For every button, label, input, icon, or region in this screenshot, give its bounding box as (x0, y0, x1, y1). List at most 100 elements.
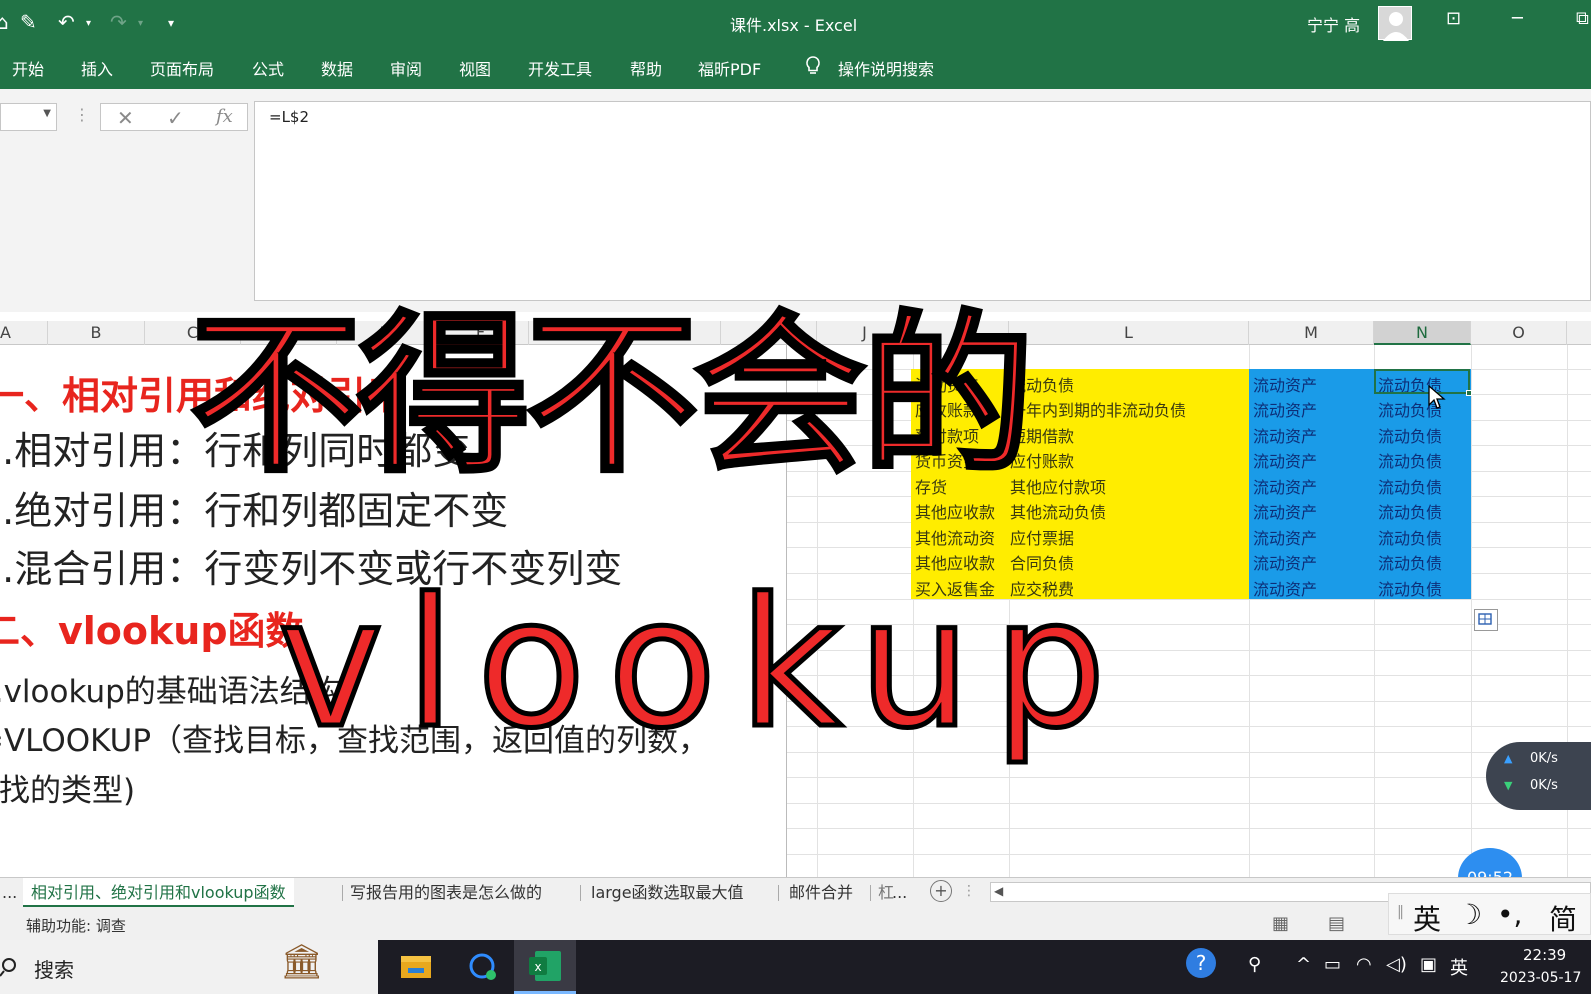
scroll-left-icon[interactable]: ◀ (994, 884, 1003, 898)
wifi-icon[interactable]: ◠ (1356, 954, 1372, 975)
formula-bar-resize-icon[interactable]: ⋮ (74, 105, 90, 124)
sheet-tab-truncated[interactable]: 杠 (874, 878, 894, 907)
accessibility-status[interactable]: 辅助功能: 调查 (26, 915, 126, 936)
name-box[interactable]: ▼ (0, 103, 57, 131)
cell-n8[interactable]: 流动负债 (1378, 525, 1442, 549)
column-header-m[interactable]: M (1249, 321, 1374, 345)
cell-l7[interactable]: 其他流动负债 (1010, 499, 1248, 523)
net-speed-widget[interactable]: ▲ 0K/s ▼ 0K/s (1486, 742, 1591, 810)
sheet-tab-report-charts[interactable]: 写报告用的图表是怎么做的 (342, 878, 550, 907)
undo-dropdown-icon[interactable]: ▾ (86, 18, 91, 29)
tab-view[interactable]: 视图 (459, 56, 491, 80)
window-title: 课件.xlsx - Excel (730, 16, 858, 35)
name-box-dropdown-icon[interactable]: ▼ (43, 108, 51, 119)
column-header-a[interactable]: A (0, 321, 48, 345)
tab-developer[interactable]: 开发工具 (528, 56, 592, 80)
cell-l4[interactable]: 短期借款 (1010, 423, 1248, 447)
cell-m6[interactable]: 流动资产 (1253, 474, 1317, 498)
page-layout-view-icon[interactable]: ▤ (1328, 913, 1345, 934)
tab-data[interactable]: 数据 (321, 56, 353, 80)
user-name[interactable]: 宁宁 高 (1307, 12, 1360, 36)
volume-icon[interactable]: ◁) (1386, 954, 1407, 975)
file-explorer-icon[interactable] (393, 948, 439, 986)
selected-cell-outline (1374, 369, 1470, 394)
formula-input[interactable]: =L$2 (254, 101, 1591, 301)
column-header-b[interactable]: B (48, 321, 145, 345)
sheet-tabs-more-right[interactable]: ... (892, 878, 907, 907)
cell-m4[interactable]: 流动资产 (1253, 423, 1317, 447)
input-language[interactable]: 英 (1450, 954, 1468, 980)
clock-date[interactable]: 2023-05-17 (1500, 970, 1581, 986)
cell-n7[interactable]: 流动负债 (1378, 499, 1442, 523)
excel-taskbar-button[interactable]: x (514, 940, 576, 994)
notification-icon[interactable]: ▣ (1420, 954, 1437, 975)
tab-help[interactable]: 帮助 (630, 56, 662, 80)
battery-icon[interactable]: ▭ (1324, 954, 1341, 975)
tab-home[interactable]: 开始 (12, 56, 44, 80)
cell-l8[interactable]: 应付票据 (1010, 525, 1248, 549)
tab-page-layout[interactable]: 页面布局 (150, 56, 214, 80)
cell-n6[interactable]: 流动负债 (1378, 474, 1442, 498)
avatar[interactable] (1378, 6, 1412, 41)
ribbon-display-options-icon[interactable]: ⊡ (1446, 8, 1461, 29)
format-painter-icon[interactable]: ✎ (20, 10, 37, 34)
insert-function-icon[interactable]: fx (216, 106, 233, 127)
column-header-n[interactable]: N (1374, 321, 1471, 345)
cell-l3[interactable]: 一年内到期的非流动负债 (1010, 397, 1248, 421)
sheet-tab-large-function[interactable]: large函数选取最大值 (583, 878, 752, 907)
chat-app-icon[interactable] (461, 948, 507, 986)
ime-language[interactable]: 英 (1413, 898, 1441, 938)
tab-separator (580, 885, 581, 901)
cell-m9[interactable]: 流动资产 (1253, 550, 1317, 574)
cell-m8[interactable]: 流动资产 (1253, 525, 1317, 549)
sheet-tab-relative-absolute-vlookup[interactable]: 相对引用、绝对引用和vlookup函数 (23, 878, 294, 907)
normal-view-icon[interactable]: ▦ (1272, 913, 1289, 934)
formula-area: ▼ ⋮ ✕ ✓ fx =L$2 (0, 89, 1591, 312)
new-sheet-icon[interactable]: + (930, 880, 952, 902)
ime-simplified[interactable]: 简 (1549, 898, 1577, 938)
sheet-tab-mail-merge[interactable]: 邮件合并 (781, 878, 861, 907)
cell-l2[interactable]: 流动负债 (1010, 372, 1248, 396)
ime-drag-handle-icon[interactable]: ‖ (1397, 904, 1404, 920)
tab-foxit-pdf[interactable]: 福昕PDF (698, 56, 761, 80)
cell-m2[interactable]: 流动资产 (1253, 372, 1317, 396)
sheet-tabs-scroll-left[interactable]: ... (0, 878, 25, 907)
taskbar-search[interactable]: 搜索 🏛 (0, 940, 378, 994)
cell-m3[interactable]: 流动资产 (1253, 397, 1317, 421)
cell-n9[interactable]: 流动负债 (1378, 550, 1442, 574)
autosave-icon[interactable]: ⌂ (0, 10, 9, 34)
fill-handle[interactable] (1466, 390, 1472, 396)
restore-icon[interactable]: ⧉ (1576, 8, 1589, 29)
text-line-lookup-type: 查找的类型) (0, 773, 136, 809)
tab-review[interactable]: 审阅 (390, 56, 422, 80)
cell-n5[interactable]: 流动负债 (1378, 448, 1442, 472)
column-header-o[interactable]: O (1471, 321, 1567, 345)
cell-m10[interactable]: 流动资产 (1253, 576, 1317, 600)
cell-l6[interactable]: 其他应付款项 (1010, 474, 1248, 498)
minimize-icon[interactable]: ─ (1512, 8, 1523, 29)
tab-split-handle-icon[interactable]: ⋮ (962, 883, 976, 899)
moon-icon[interactable]: ☽ (1457, 898, 1482, 931)
title-bar: ⌂ ✎ ↶ ▾ ↷ ▾ ▾ 课件.xlsx - Excel 宁宁 高 ⊡ ─ ⧉ (0, 0, 1591, 45)
people-icon[interactable]: ⚲ (1248, 954, 1261, 975)
cancel-icon[interactable]: ✕ (117, 106, 134, 130)
quick-analysis-icon[interactable] (1474, 609, 1498, 631)
column-header-l[interactable]: L (1009, 321, 1249, 345)
customize-quick-access-icon[interactable]: ▾ (168, 16, 174, 30)
cell-l5[interactable]: 应付账款 (1010, 448, 1248, 472)
show-hidden-icons-icon[interactable]: ^ (1296, 954, 1311, 975)
help-icon[interactable]: ? (1186, 948, 1216, 978)
cell-k8[interactable]: 其他流动资 (915, 525, 1007, 549)
tell-me-search[interactable]: 操作说明搜索 (838, 56, 934, 80)
tab-formulas[interactable]: 公式 (252, 56, 284, 80)
cell-m7[interactable]: 流动资产 (1253, 499, 1317, 523)
enter-icon[interactable]: ✓ (167, 106, 184, 130)
undo-icon[interactable]: ↶ (58, 10, 75, 34)
cell-k7[interactable]: 其他应收款 (915, 499, 1007, 523)
punctuation-icon[interactable]: •, (1497, 898, 1522, 931)
tab-insert[interactable]: 插入 (81, 56, 113, 80)
cell-n4[interactable]: 流动负债 (1378, 423, 1442, 447)
clock-time[interactable]: 22:39 (1523, 946, 1566, 964)
cell-n10[interactable]: 流动负债 (1378, 576, 1442, 600)
cell-m5[interactable]: 流动资产 (1253, 448, 1317, 472)
